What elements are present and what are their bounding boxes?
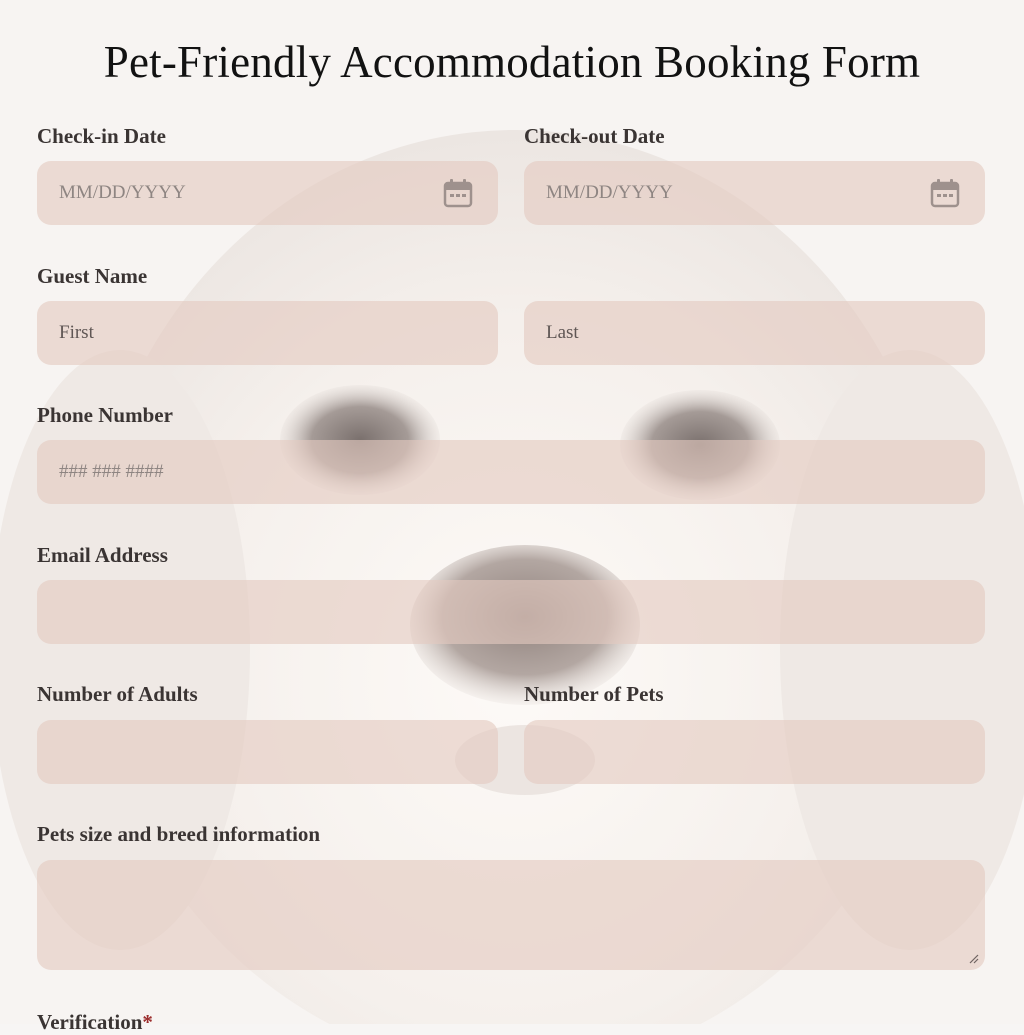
pets-input[interactable] — [524, 720, 985, 784]
email-label: Email Address — [37, 543, 168, 567]
last-name-placeholder: Last — [546, 322, 579, 343]
pet-info-label: Pets size and breed information — [37, 822, 321, 846]
guest-name-label: Guest Name — [37, 264, 148, 288]
booking-form: Pet-Friendly Accommodation Booking Form … — [0, 0, 1024, 1034]
checkin-date-input[interactable]: MM/DD/YYYY — [37, 161, 498, 225]
adults-input[interactable] — [37, 720, 498, 784]
required-asterisk: * — [142, 1010, 153, 1034]
form-title: Pet-Friendly Accommodation Booking Form — [103, 37, 921, 87]
email-input[interactable] — [37, 580, 985, 644]
checkout-date-input[interactable]: MM/DD/YYYY — [524, 161, 985, 225]
adults-label: Number of Adults — [37, 682, 198, 706]
last-name-input[interactable]: Last — [524, 301, 985, 365]
checkin-label: Check-in Date — [37, 124, 166, 148]
checkout-label: Check-out Date — [524, 124, 665, 148]
phone-placeholder: ### ### #### — [59, 461, 164, 482]
pet-info-textarea[interactable] — [37, 860, 985, 970]
phone-label: Phone Number — [37, 403, 173, 427]
first-name-input[interactable]: First — [37, 301, 498, 365]
verification-label-text: Verification — [37, 1010, 143, 1034]
first-name-placeholder: First — [59, 322, 94, 343]
calendar-icon[interactable] — [442, 177, 474, 209]
calendar-icon[interactable] — [929, 177, 961, 209]
verification-label: Verification* — [37, 1010, 153, 1035]
phone-input[interactable]: ### ### #### — [37, 440, 985, 504]
checkout-placeholder: MM/DD/YYYY — [546, 182, 673, 203]
checkin-placeholder: MM/DD/YYYY — [59, 182, 186, 203]
resize-handle-icon[interactable] — [969, 954, 979, 964]
pets-label: Number of Pets — [524, 682, 664, 706]
